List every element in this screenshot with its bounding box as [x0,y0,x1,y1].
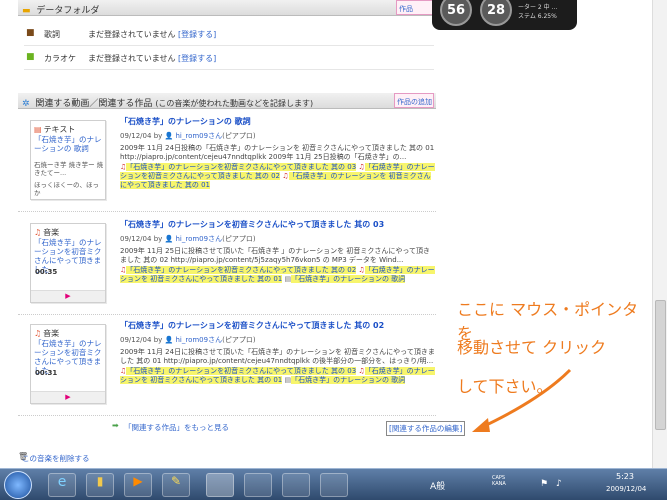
more-related-link[interactable]: 「関連する作品」をもっと見る [124,422,229,433]
data-folder-header: ▬ データフォルダ [18,0,436,16]
explorer-icon[interactable]: ▮ [86,473,114,497]
music-note-icon: ♫ [358,266,365,274]
music-card[interactable]: ♫ 音楽 「石焼き芋」のナレーションを初音ミクさんにやって頂きました 00:35 … [30,223,106,303]
scrollbar-thumb[interactable] [655,300,666,430]
caps-kana-indicator: CAPS KANA [492,475,506,487]
folder-row-lyrics: ■ 歌詞 まだ登録されていません [登録する] [24,24,434,46]
edit-related-button[interactable]: [関連する作品の編集] [386,421,466,436]
related-subtitle: (この音楽が使われた動画などを記録します) [155,99,314,108]
ime-indicator[interactable]: A般 [430,479,445,492]
volume-icon[interactable]: ♪ [556,479,562,489]
callout-line2: 移動させて クリック [457,338,607,357]
register-lyrics-link[interactable]: [登録する] [178,29,216,40]
tag-link[interactable]: 「石焼き芋」のナレーションの 歌詞 [291,376,406,384]
item-description: 2009年 11月 24日投稿の「石焼き芋」のナレーションを 初音ミクさんにやっ… [120,144,435,161]
music-note-icon: ♫ [358,163,365,171]
app-window-icon[interactable] [282,473,310,497]
related-icon: ✲ [22,99,30,109]
callout-arrow [472,368,572,432]
tag-link[interactable]: 「石焼き芋」のナレーションを初音ミクさんにやって頂きました 其の 03 [126,367,357,375]
music-note-icon: ♫ [34,329,42,338]
music-note-icon: ♫ [282,172,289,180]
user-link[interactable]: hi_rom09さん [175,336,222,344]
related-item: ♫ 音楽 「石焼き芋」のナレーションを初音ミクさんにやって頂きました 00:35 … [18,217,436,315]
cpu-meter: 56 [440,0,472,26]
flag-icon[interactable]: ⚑ [540,479,548,489]
tag-link[interactable]: 「石焼き芋」のナレーションを初音ミクさんにやって頂きました 其の 02 [126,266,357,274]
item-description: 2009年 11月 25日に投稿させて頂いた「石焼き芋 」のナレーションを 初音… [120,247,431,264]
taskbar: e ▮ ▶ ✎ A般 CAPS KANA ⚑ ♪ 5:23 2009/12/04 [0,468,667,500]
user-link[interactable]: hi_rom09さん [175,132,222,140]
related-title: 関連する動画／関連する作品 [35,99,153,109]
app-window-icon[interactable] [320,473,348,497]
book-icon: ■ [26,28,35,38]
user-link[interactable]: hi_rom09さん [175,235,222,243]
music-note-icon: ♫ [358,367,365,375]
item-tags: ♫「石焼き芋」のナレーションを初音ミクさんにやって頂きました 其の 03 ♫「石… [120,367,436,385]
clock-time[interactable]: 5:23 [616,472,634,481]
related-item: ▤ テキスト 「石焼き芋」のナレーションの 歌詞 石焼ーき芋 焼き芋ー 焼きたてー… [18,114,436,212]
clock-date[interactable]: 2009/12/04 [606,485,646,493]
start-button[interactable] [4,471,32,499]
app-window-icon[interactable] [206,473,234,497]
system-meter-gadget: 56 28 ーター 2 中 ... ステム 6.25% [432,0,577,30]
page-content: ▬ データフォルダ 作品 ■ 歌詞 まだ登録されていません [登録する] ■ カ… [0,0,652,468]
paint-icon[interactable]: ✎ [162,473,190,497]
user-icon: 👤 [164,235,174,243]
music-card[interactable]: ♫ 音楽 「石焼き芋」のナレーションを初音ミクさんにやって頂きました 00:31 … [30,324,106,404]
register-karaoke-link[interactable]: [登録する] [178,53,216,64]
user-icon: 👤 [164,132,174,140]
play-button[interactable]: ▶ [31,391,105,403]
add-related-button[interactable]: 作品の追加 [394,93,434,108]
vertical-scrollbar[interactable] [652,0,667,468]
play-button[interactable]: ▶ [31,290,105,302]
text-card[interactable]: ▤ テキスト 「石焼き芋」のナレーションの 歌詞 石焼ーき芋 焼き芋ー 焼きたてー… [30,120,106,200]
tag-link[interactable]: 「石焼き芋」のナレーションを初音ミクさんにやって頂きました 其の 03 [126,163,357,171]
item-tags: ♫「石焼き芋」のナレーションを初音ミクさんにやって頂きました 其の 02 ♫「石… [120,266,436,284]
item-description: 2009年 11月 24日に投稿させて頂いた「石焼き芋」のナレーションを 初音ミ… [120,348,435,365]
item-title[interactable]: 「石焼き芋」のナレーションの 歌詞 [120,116,436,127]
related-header: ✲ 関連する動画／関連する作品 (この音楽が使われた動画などを記録します) [18,93,436,109]
arrow-icon: ➡ [112,421,119,430]
item-title[interactable]: 「石焼き芋」のナレーションを初音ミクさんにやって頂きました 其の 03 [120,219,436,230]
memory-meter: 28 [480,0,512,26]
folder-row-karaoke: ■ カラオケ まだ登録されていません [登録する] [24,48,434,70]
music-note-icon: ♫ [34,228,42,237]
user-icon: 👤 [164,336,174,344]
related-item: ♫ 音楽 「石焼き芋」のナレーションを初音ミクさんにやって頂きました 00:31 … [18,318,436,416]
media-player-icon[interactable]: ▶ [124,473,152,497]
item-tags: ♫「石焼き芋」のナレーションを初音ミクさんにやって頂きました 其の 03 ♫「石… [120,163,436,190]
text-icon: ▤ [34,125,42,134]
item-title[interactable]: 「石焼き芋」のナレーションを初音ミクさんにやって頂きました 其の 02 [120,320,436,331]
tag-link[interactable]: 「石焼き芋」のナレーションの 歌詞 [291,275,406,283]
data-folder-title: データフォルダ [36,6,100,16]
delete-music-link[interactable]: この音楽を削除する [22,453,90,464]
app-window-icon[interactable] [244,473,272,497]
folder-icon: ▬ [22,6,31,16]
ie-icon[interactable]: e [48,473,76,497]
karaoke-icon: ■ [26,52,35,62]
